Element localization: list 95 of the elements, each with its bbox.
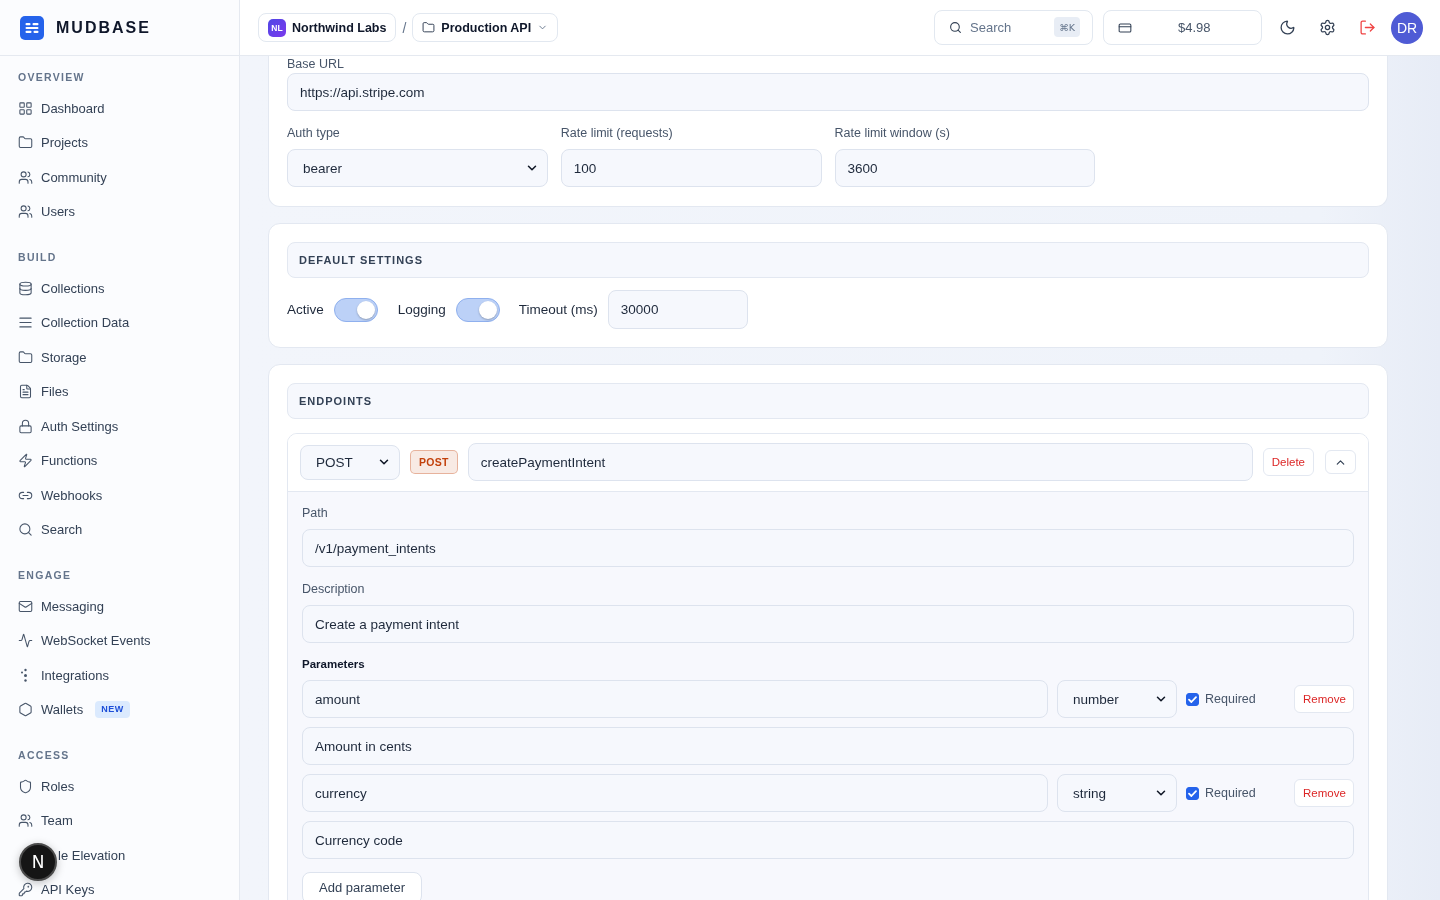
section-title: BUILD (18, 250, 57, 265)
section-header: DEFAULT SETTINGS (287, 242, 1369, 278)
add-parameter-button[interactable]: Add parameter (302, 872, 422, 900)
description-field[interactable]: Create a payment intent (302, 605, 1354, 643)
field-label: Auth type (287, 125, 340, 141)
hexagon-icon (18, 702, 33, 718)
folder-icon (422, 21, 436, 34)
new-badge: NEW (95, 701, 130, 719)
folder-icon (18, 135, 33, 151)
field-label: Rate limit window (s) (834, 125, 950, 141)
toggle-label: Active (287, 302, 324, 317)
method-badge: POST (410, 450, 458, 474)
lock-icon (18, 418, 33, 434)
project-button[interactable]: Production API (412, 13, 559, 42)
toggle-label: Logging (397, 302, 446, 317)
users-icon (18, 169, 33, 185)
url-field[interactable]: https://api.stripe.com (287, 73, 1369, 111)
logout-icon[interactable] (1359, 19, 1376, 36)
folder-icon (18, 349, 33, 365)
sidebar-item[interactable]: Users (18, 201, 75, 222)
workspace-button[interactable]: NL Northwind Labs (258, 13, 397, 42)
settings-icon[interactable] (1319, 19, 1336, 36)
checkbox-label: Required (1205, 786, 1256, 800)
parameters-title: Parameters (302, 657, 365, 672)
database-icon (18, 280, 33, 296)
search-icon (949, 21, 962, 34)
parameter-description-field[interactable]: Amount in cents (302, 727, 1354, 765)
name-field[interactable]: createPaymentIntent (467, 443, 1253, 481)
field-label: Base URL (287, 57, 344, 71)
card-icon (1118, 20, 1132, 35)
key-icon (18, 882, 33, 898)
sidebar-item[interactable]: Collection Data (18, 312, 130, 333)
sidebar-item[interactable]: Roles (18, 776, 75, 797)
toggle-switch[interactable] (333, 297, 378, 322)
type-select[interactable]: string (1057, 774, 1177, 812)
section-title: ENGAGE (18, 568, 72, 583)
sidebar-item[interactable]: Community (18, 167, 107, 188)
sidebar-item[interactable]: Collections (18, 278, 105, 299)
brand-name: MUDBASE (56, 18, 151, 37)
sidebar-item[interactable]: Webhooks (18, 485, 103, 506)
users-icon (18, 813, 33, 829)
grid-icon (18, 100, 33, 116)
lightning-icon (18, 453, 33, 469)
path-field[interactable]: /v1/payment_intents (302, 529, 1354, 567)
number-field[interactable]: 100 (560, 149, 822, 187)
logo-icon (20, 15, 44, 40)
sidebar-item[interactable]: Dashboard (18, 98, 105, 119)
remove-button[interactable]: Remove (1294, 779, 1354, 807)
sidebar-item[interactable]: Auth Settings (18, 416, 119, 437)
select-field[interactable]: bearer (287, 149, 548, 187)
sidebar-item[interactable]: Functions (18, 450, 98, 471)
mail-icon (18, 598, 33, 614)
sidebar-item[interactable]: Projects (18, 132, 88, 153)
delete-button[interactable]: Delete (1262, 448, 1314, 476)
sidebar-item[interactable]: WebSocket Events (18, 630, 151, 651)
method-select[interactable]: POST (300, 444, 400, 480)
search-icon (18, 522, 33, 538)
sidebar-item[interactable]: Search (18, 519, 83, 540)
checkbox[interactable] (1186, 692, 1199, 706)
section-title: OVERVIEW (18, 70, 85, 85)
type-select[interactable]: number (1057, 680, 1177, 718)
field-label: Description (302, 581, 365, 597)
workspace-badge: NL (268, 18, 286, 37)
sidebar-item[interactable]: Team (18, 810, 73, 831)
breadcrumb-separator: / (402, 19, 407, 36)
field-label: Path (302, 505, 328, 521)
checkbox-label: Required (1205, 692, 1256, 706)
avatar[interactable]: DR (1391, 11, 1423, 44)
toggle-switch[interactable] (455, 297, 500, 322)
number-field[interactable]: 3600 (834, 149, 1096, 187)
file-icon (18, 384, 33, 400)
sidebar-item[interactable]: Messaging (18, 596, 104, 617)
sidebar-item[interactable]: Storage (18, 347, 87, 368)
field-label: Timeout (ms) (518, 302, 598, 317)
shield-icon (18, 778, 33, 794)
sidebar-item[interactable]: Wallets NEW (18, 699, 130, 720)
field-label: Rate limit (requests) (560, 125, 673, 141)
users-icon (18, 204, 33, 220)
parameter-description-field[interactable]: Currency code (302, 821, 1354, 859)
moon-icon[interactable] (1279, 19, 1296, 36)
sidebar-item[interactable]: Integrations (18, 665, 109, 686)
section-header: ENDPOINTS (287, 383, 1369, 419)
sidebar-item[interactable]: API Keys (18, 879, 95, 900)
parameter-name-field[interactable]: amount (302, 680, 1048, 718)
shortcut-badge: ⌘K (1054, 17, 1080, 37)
balance-button[interactable]: $4.98 (1103, 10, 1262, 45)
pulse-icon (18, 633, 33, 649)
parameter-name-field[interactable]: currency (302, 774, 1048, 812)
timeout-field[interactable]: 30000 (607, 290, 748, 329)
remove-button[interactable]: Remove (1294, 685, 1354, 713)
sidebar-item[interactable]: le Elevation (58, 845, 126, 866)
section-title: ACCESS (18, 748, 70, 763)
list-icon (18, 315, 33, 331)
checkbox[interactable] (1186, 786, 1199, 800)
sidebar-item[interactable]: Files (18, 381, 69, 402)
